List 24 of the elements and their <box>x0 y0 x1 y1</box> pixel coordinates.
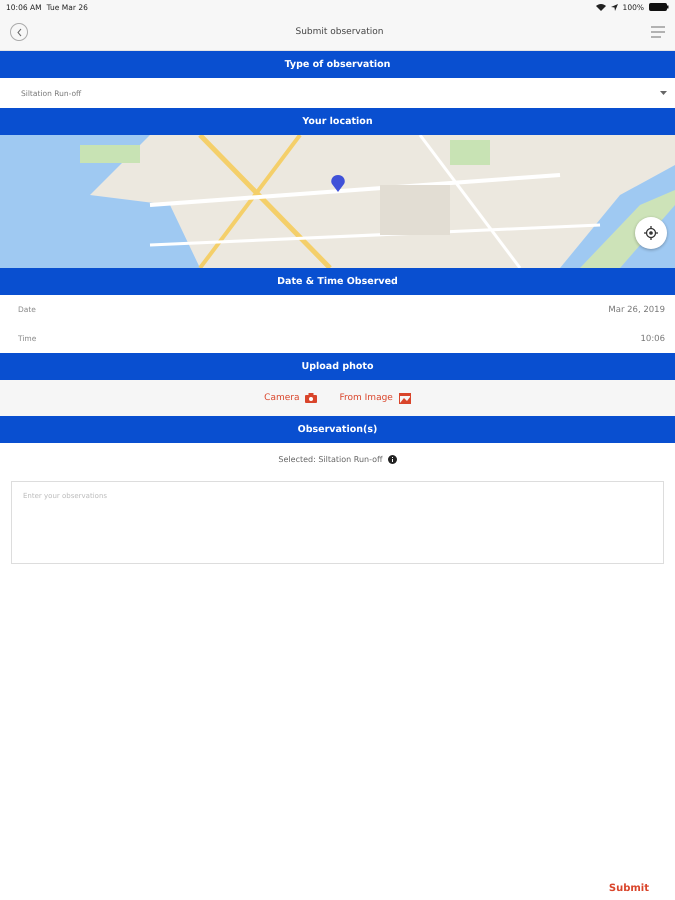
battery-icon <box>649 3 669 11</box>
wifi-icon <box>596 3 606 11</box>
caret-down-icon <box>660 91 667 95</box>
page-title: Submit observation <box>295 27 384 37</box>
crosshair-icon <box>644 226 658 240</box>
camera-button[interactable]: Camera <box>264 393 318 403</box>
submit-button[interactable]: Submit <box>608 883 649 894</box>
selected-type-text: Selected: Siltation Run-off <box>278 454 383 464</box>
camera-icon <box>305 393 318 403</box>
image-button[interactable]: From Image <box>339 392 411 404</box>
info-icon <box>388 454 397 464</box>
image-icon <box>398 392 411 404</box>
menu-icon <box>650 26 665 38</box>
location-arrow-icon <box>610 4 618 10</box>
field-value[interactable]: Mar 26, 2019 <box>608 304 665 314</box>
section-header: Your location <box>0 108 675 135</box>
chevron-left-icon <box>14 26 24 38</box>
section-header: Type of observation <box>0 51 675 78</box>
section-header: Observation(s) <box>0 416 675 443</box>
field-value[interactable]: 10:06 <box>640 334 665 344</box>
menu-button[interactable] <box>650 26 665 38</box>
back-button[interactable] <box>10 23 28 41</box>
section-header: Date & Time Observed <box>0 268 675 295</box>
section-header: Upload photo <box>0 353 675 380</box>
